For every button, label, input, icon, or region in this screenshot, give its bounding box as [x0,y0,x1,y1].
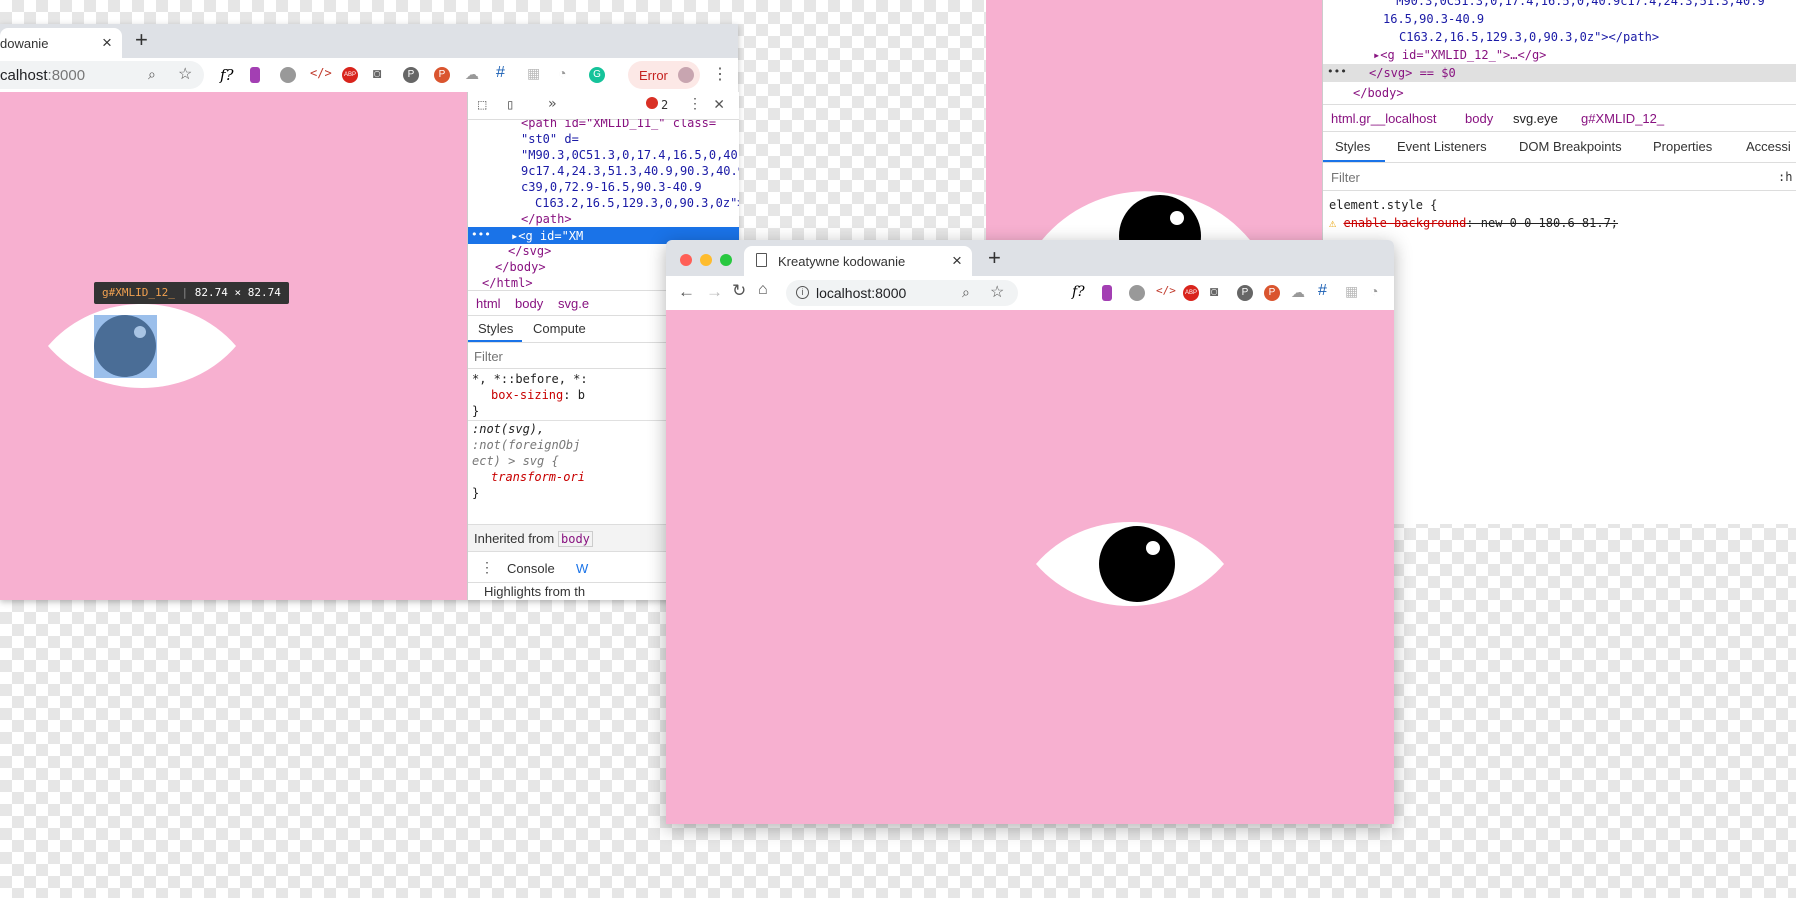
front-tab-strip: Kreatywne kodowanie × + [666,240,1394,276]
reload-icon[interactable]: ↻ [732,281,746,301]
breadcrumb-svg[interactable]: svg.e [558,296,589,311]
close-icon[interactable]: × [102,33,112,53]
fx-extension-icon[interactable]: f? [1072,284,1085,300]
left-address-bar[interactable]: calhost:8000 ⌕ ☆ [0,61,204,89]
gear-extension-icon[interactable] [280,67,296,83]
left-toolbar: calhost:8000 ⌕ ☆ f? </> ABP ◙ P P ☁ # ▦ … [0,58,738,93]
front-tab-title: Kreatywne kodowanie [778,254,906,269]
error-badge[interactable]: Error [628,61,700,89]
pupil [1099,526,1175,602]
back-icon[interactable]: ← [678,282,695,302]
close-window-button[interactable] [680,254,692,266]
front-address-bar[interactable]: i localhost:8000 ⌕ ☆ [786,280,1018,306]
adblock-icon[interactable]: ABP [1183,285,1199,301]
warning-icon: ⚠ [1329,216,1337,230]
left-eye-illustration [48,304,236,388]
back-breadcrumb: html.gr__localhost body svg.eye g#XMLID_… [1323,104,1796,132]
zoom-icon[interactable]: ⌕ [148,66,156,83]
left-active-tab[interactable]: dowanie × [0,28,122,58]
tab-styles[interactable]: Styles [478,321,513,336]
left-tab-strip: dowanie × + [0,24,738,58]
inspect-icon[interactable]: ⬚ [478,97,486,113]
new-tab-button[interactable]: + [135,27,148,53]
back-eye-illustration [1042,191,1250,260]
grid-icon[interactable]: # [1318,282,1327,300]
frame-icon[interactable]: ▦ [1345,283,1358,300]
back-selected-row[interactable]: ••• </svg> == $0 [1323,64,1796,82]
pupil-glint [1146,541,1160,555]
phone-extension-icon[interactable] [1102,285,1112,301]
zoom-icon[interactable]: ⌕ [962,284,970,301]
pupil-glint [1170,211,1184,225]
front-page-viewport [666,310,1394,824]
tab-whatsnew[interactable]: W [576,561,588,576]
code-extension-icon[interactable]: </> [310,66,332,80]
producthunt-icon[interactable]: P [1264,285,1280,301]
tab-console[interactable]: Console [507,561,555,576]
back-filter-input[interactable] [1329,167,1533,187]
frame-icon[interactable]: ▦ [527,65,540,82]
new-tab-button[interactable]: + [988,245,1001,271]
producthunt-icon[interactable]: P [434,67,450,83]
url-host: calhost [0,67,48,84]
maximize-window-button[interactable] [720,254,732,266]
star-icon[interactable]: ☆ [990,282,1004,302]
element-tooltip: g#XMLID_12_ | 82.74 × 82.74 [94,282,289,304]
camera-icon[interactable]: ◙ [373,65,381,81]
pinterest-icon[interactable]: P [403,67,419,83]
info-icon: i [796,286,809,299]
breadcrumb-body[interactable]: body [515,296,543,311]
timer-icon[interactable]: ◔ [1370,283,1378,299]
grammarly-icon[interactable]: G [589,67,605,83]
front-toolbar: ← → ↻ ⌂ i localhost:8000 ⌕ ☆ f? </> ABP … [666,276,1394,311]
drawer-menu-icon[interactable]: ⋮ [480,560,494,576]
menu-icon[interactable]: ⋮ [712,64,728,84]
front-url: localhost:8000 [816,285,907,301]
devtools-menu-icon[interactable]: ⋮ [688,96,702,112]
device-toggle-icon[interactable]: ▯ [506,97,514,113]
fx-extension-icon[interactable]: f? [220,66,234,84]
phone-extension-icon[interactable] [250,67,260,83]
more-tabs-icon[interactable]: » [548,96,556,112]
star-icon[interactable]: ☆ [178,64,192,84]
gear-extension-icon[interactable] [1129,285,1145,301]
pinterest-icon[interactable]: P [1237,285,1253,301]
error-icon[interactable] [646,97,658,109]
back-window-page [986,0,1322,260]
left-tab-title: dowanie [0,36,49,51]
minimize-window-button[interactable] [700,254,712,266]
adblock-icon[interactable]: ABP [342,67,358,83]
front-active-tab[interactable]: Kreatywne kodowanie × [744,246,972,276]
home-icon[interactable]: ⌂ [758,281,768,299]
code-extension-icon[interactable]: </> [1156,284,1176,297]
camera-icon[interactable]: ◙ [1210,283,1218,299]
pupil-glint [134,326,146,338]
iris [94,315,156,377]
cloud-icon[interactable]: ☁ [465,66,479,83]
front-browser-window: Kreatywne kodowanie × + ← → ↻ ⌂ i localh… [666,240,1394,824]
back-styles-filter: :h [1323,164,1796,191]
back-elements-tree: "M90.3,0C51.3,0,17.4,16.5,0,40.9c17.4,24… [1323,0,1796,102]
close-icon[interactable]: × [952,251,962,271]
breadcrumb-html[interactable]: html [476,296,501,311]
tab-styles-underline [468,340,522,342]
timer-icon[interactable]: ◔ [558,65,566,81]
left-page-viewport: g#XMLID_12_ | 82.74 × 82.74 [0,92,467,600]
devtools-toolbar: ⬚ ▯ » 2 ⋮ ✕ [468,92,739,120]
url-port: :8000 [47,67,86,84]
forward-icon[interactable]: → [706,282,723,302]
page-icon [756,253,767,267]
cloud-icon[interactable]: ☁ [1291,284,1305,301]
styles-filter-input[interactable] [472,346,576,366]
avatar[interactable] [678,67,694,83]
grid-icon[interactable]: # [496,64,505,82]
tab-computed[interactable]: Compute [533,321,586,336]
left-browser-window: dowanie × + calhost:8000 ⌕ ☆ f? </> ABP … [0,24,739,600]
back-styles-tabbar: Styles Event Listeners DOM Breakpoints P… [1323,132,1796,163]
devtools-close-icon[interactable]: ✕ [714,94,724,114]
front-eye-illustration [1036,522,1224,606]
error-count: 2 [661,98,669,112]
